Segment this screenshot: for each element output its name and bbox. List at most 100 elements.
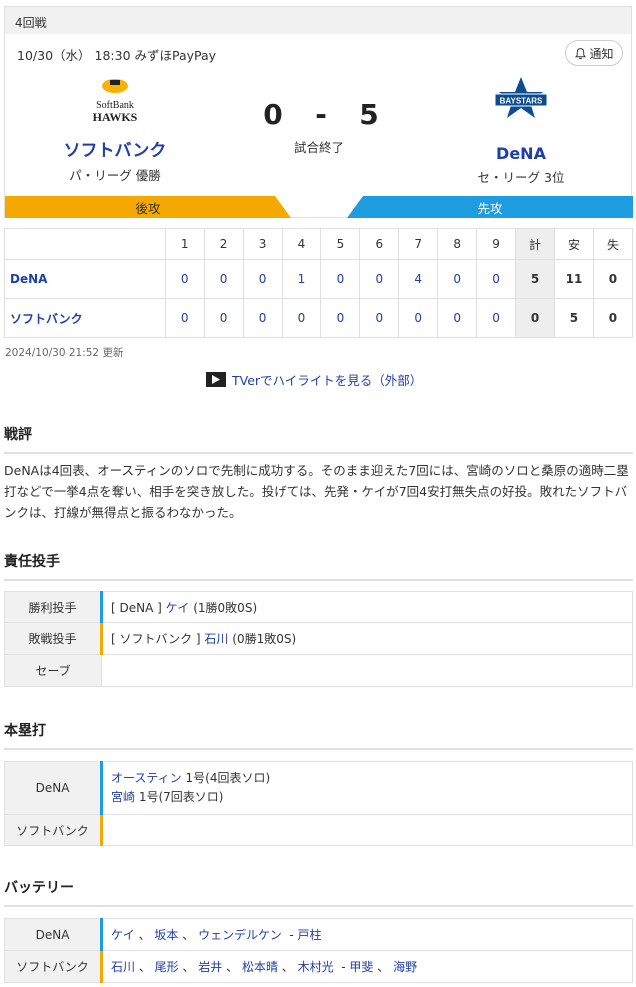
game-datetime: 10/30（水） 18:30 みずほPayPay (17, 48, 217, 63)
home-team[interactable]: SoftBank HAWKS ソフトバンク パ・リーグ 優勝 (45, 74, 185, 184)
table-row: ソフトバンク 0 0 0 0 0 0 0 0 0 0 5 0 (4, 298, 634, 338)
game-status: 試合終了 (293, 140, 344, 155)
win-pitcher-cell: [ DeNA ] ケイ (1勝0敗0S) (100, 591, 633, 623)
game-card: 10/30（水） 18:30 みずほPayPay 通知 SoftBank HAW… (4, 34, 633, 218)
header-inning-5: 5 (320, 228, 361, 260)
home-bat-order: 後攻 (5, 196, 291, 218)
homerun-entry: 宮崎 1号(7回表ソロ) (111, 788, 632, 807)
errors-cell: 0 (592, 259, 634, 299)
header-inning-7: 7 (398, 228, 439, 260)
inning-cell[interactable]: 0 (437, 259, 478, 299)
inning-cell[interactable]: 0 (476, 298, 517, 338)
away-team[interactable]: BAYSTARS DeNA セ・リーグ 3位 (451, 74, 591, 186)
pitchers-table: 勝利投手 [ DeNA ] ケイ (1勝0敗0S) 敗戦投手 [ ソフトバンク … (4, 591, 633, 687)
header-inning-2: 2 (203, 228, 244, 260)
inning-cell[interactable]: 0 (476, 259, 517, 299)
table-row: ソフトバンク 石川 、 尾形 、 岩井 、 松本晴 、 木村光 - 甲斐 、 海… (4, 950, 633, 983)
away-bat-label: 先攻 (477, 200, 503, 216)
home-team-league: パ・リーグ 優勝 (69, 168, 161, 183)
baystars-logo-text: BAYSTARS (500, 97, 543, 106)
table-row: 勝利投手 [ DeNA ] ケイ (1勝0敗0S) (4, 591, 633, 623)
header-errors: 失 (592, 228, 634, 260)
inning-cell[interactable]: 0 (242, 259, 283, 299)
loss-pitcher-label: 敗戦投手 (4, 622, 102, 655)
table-row: 敗戦投手 [ ソフトバンク ] 石川 (0勝1敗0S) (4, 622, 633, 655)
save-pitcher-cell (101, 654, 633, 687)
loss-pitcher-name[interactable]: 石川 (204, 632, 228, 646)
row-team-softbank[interactable]: ソフトバンク (4, 298, 166, 338)
baystars-logo: BAYSTARS (451, 74, 591, 130)
play-icon (206, 372, 226, 387)
row-team-dena[interactable]: DeNA (4, 259, 166, 299)
round-header: 4回戦 (4, 6, 632, 34)
save-pitcher-label: セーブ (4, 654, 102, 687)
inning-cell[interactable]: 0 (359, 259, 400, 299)
homeruns-title: 本塁打 (4, 720, 633, 750)
battery-table: DeNA ケイ 、 坂本 、 ウェンデルケン - 戸柱 ソフトバンク 石川 、 … (4, 918, 633, 983)
header-inning-4: 4 (281, 228, 322, 260)
win-pitcher-label: 勝利投手 (4, 591, 102, 623)
homerun-detail: 1号(7回表ソロ) (138, 790, 224, 804)
battery-player[interactable]: 石川 (111, 960, 135, 974)
inning-cell[interactable]: 1 (281, 259, 322, 299)
hits-cell: 5 (553, 298, 594, 338)
line-score-header: 1 2 3 4 5 6 7 8 9 計 安 失 (4, 228, 634, 260)
inning-cell[interactable]: 0 (164, 298, 205, 338)
hawks-logo-text-2: HAWKS (93, 110, 138, 124)
battery-player[interactable]: 甲斐 (349, 960, 373, 974)
tver-highlight-link[interactable]: TVerでハイライトを見る（外部） (206, 370, 422, 389)
commentary-title: 戦評 (4, 424, 633, 454)
home-bat-label: 後攻 (135, 200, 161, 216)
inning-cell[interactable]: 0 (242, 298, 283, 338)
header-inning-1: 1 (164, 228, 205, 260)
inning-cell[interactable]: 0 (398, 298, 439, 338)
battery-player[interactable]: 海野 (393, 960, 417, 974)
table-row: DeNA ケイ 、 坂本 、 ウェンデルケン - 戸柱 (4, 918, 633, 951)
battery-dena-cell: ケイ 、 坂本 、 ウェンデルケン - 戸柱 (100, 918, 633, 951)
notify-button[interactable]: 通知 (565, 40, 623, 66)
battery-player[interactable]: 坂本 (154, 928, 178, 942)
inning-cell[interactable]: 0 (203, 259, 244, 299)
loss-pitcher-cell: [ ソフトバンク ] 石川 (0勝1敗0S) (100, 622, 633, 655)
homerun-batter[interactable]: 宮崎 (111, 790, 135, 804)
updated-timestamp: 2024/10/30 21:52 更新 (5, 347, 124, 359)
battery-player[interactable]: ケイ (111, 928, 135, 942)
homerun-batter[interactable]: オースティン (111, 771, 182, 785)
inning-cell[interactable]: 0 (281, 298, 322, 338)
homerun-detail: 1号(4回表ソロ) (185, 771, 271, 785)
errors-cell: 0 (592, 298, 634, 338)
inning-cell[interactable]: 0 (320, 298, 361, 338)
win-pitcher-name[interactable]: ケイ (166, 601, 190, 615)
battery-player[interactable]: 松本晴 (242, 960, 278, 974)
battery-title: バッテリー (4, 877, 633, 907)
table-row: DeNA オースティン 1号(4回表ソロ) 宮崎 1号(7回表ソロ) (4, 761, 633, 815)
inning-cell[interactable]: 4 (398, 259, 439, 299)
battery-player[interactable]: ウェンデルケン (198, 928, 282, 942)
battery-player[interactable]: 尾形 (155, 960, 179, 974)
away-team-name[interactable]: DeNA (451, 144, 591, 163)
away-bat-order: 先攻 (347, 196, 633, 218)
tver-link-label[interactable]: TVerでハイライトを見る（外部） (232, 370, 422, 389)
loss-pitcher-team: [ ソフトバンク ] (111, 632, 201, 646)
battery-softbank-label: ソフトバンク (4, 950, 102, 983)
battery-player[interactable]: 戸柱 (298, 928, 322, 942)
inning-cell[interactable]: 0 (164, 259, 205, 299)
battery-player[interactable]: 岩井 (198, 960, 222, 974)
hits-cell: 11 (553, 259, 594, 299)
table-row: セーブ (4, 654, 633, 687)
home-team-name[interactable]: ソフトバンク (45, 136, 185, 161)
total-cell: 0 (515, 298, 555, 338)
inning-cell[interactable]: 0 (320, 259, 361, 299)
hawks-logo-image: SoftBank HAWKS (93, 79, 138, 124)
hawks-logo: SoftBank HAWKS (45, 74, 185, 130)
homerun-entry: オースティン 1号(4回表ソロ) (111, 769, 632, 788)
table-row: DeNA 0 0 0 1 0 0 4 0 0 5 11 0 (4, 259, 634, 299)
battery-player[interactable]: 木村光 (298, 960, 334, 974)
header-hits: 安 (553, 228, 594, 260)
inning-cell[interactable]: 0 (203, 298, 244, 338)
inning-cell[interactable]: 0 (437, 298, 478, 338)
pitchers-title: 責任投手 (4, 551, 633, 581)
homeruns-softbank-label: ソフトバンク (4, 814, 102, 846)
loss-pitcher-record: (0勝1敗0S) (232, 632, 297, 646)
inning-cell[interactable]: 0 (359, 298, 400, 338)
